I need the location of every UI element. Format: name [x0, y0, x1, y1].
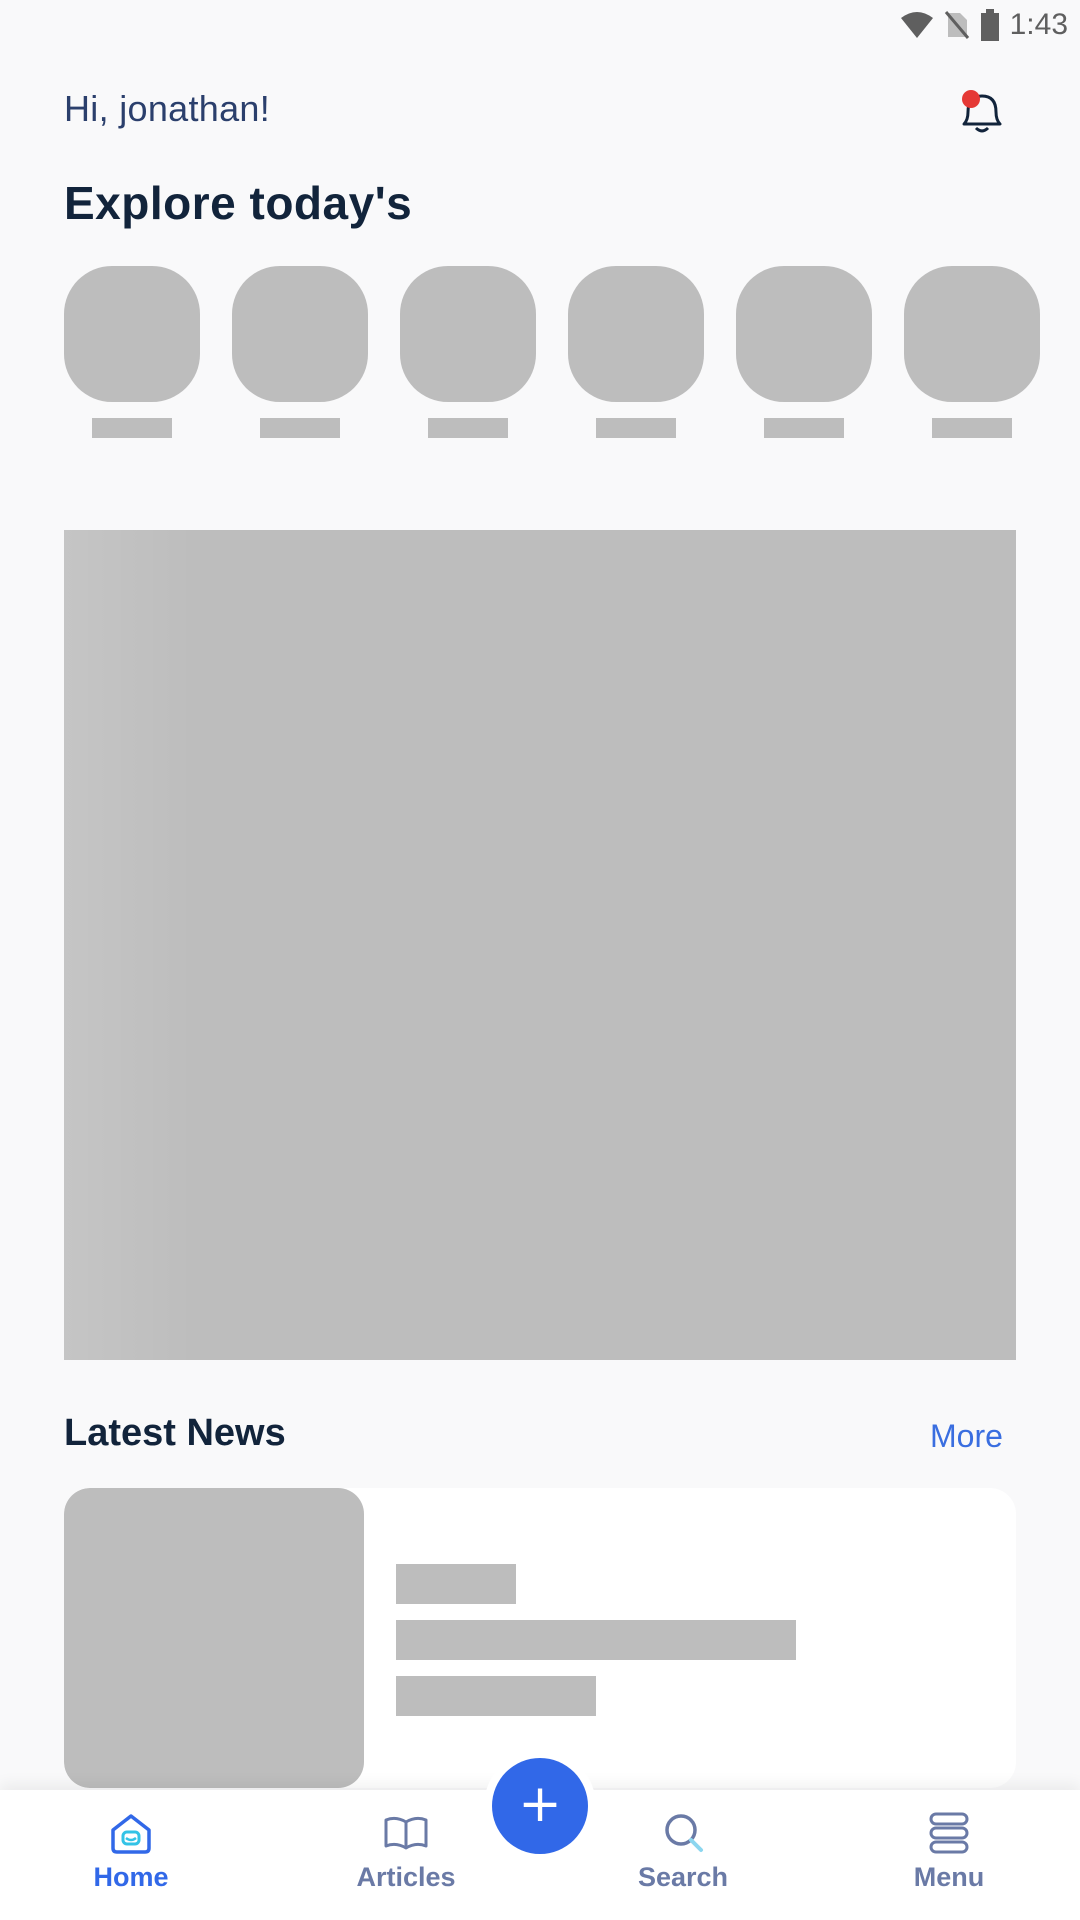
news-headline-placeholder	[396, 1620, 796, 1660]
news-card[interactable]	[64, 1488, 1016, 1788]
story-item[interactable]	[904, 266, 1040, 446]
story-item[interactable]	[400, 266, 536, 446]
nav-menu[interactable]: Menu	[849, 1790, 1049, 1920]
story-label-placeholder	[596, 418, 676, 438]
add-button[interactable]: +	[492, 1758, 588, 1854]
clock: 1:43	[1009, 8, 1068, 41]
story-item[interactable]	[568, 266, 704, 446]
featured-banner-placeholder[interactable]	[64, 530, 1016, 1360]
story-avatar-placeholder	[400, 266, 536, 402]
story-label-placeholder	[428, 418, 508, 438]
no-sim-icon	[944, 11, 969, 39]
story-avatar-placeholder	[232, 266, 368, 402]
story-item[interactable]	[64, 266, 200, 446]
plus-icon: +	[518, 1774, 562, 1834]
story-item[interactable]	[736, 266, 872, 446]
nav-articles[interactable]: Articles	[306, 1790, 506, 1920]
story-avatar-placeholder	[904, 266, 1040, 402]
greeting-text: Hi, jonathan!	[64, 88, 271, 129]
status-bar: 1:43	[0, 0, 1080, 50]
status-icons: 1:43	[900, 8, 1068, 42]
home-screen: 1:43 Hi, jonathan! Explore today's Lates…	[0, 0, 1080, 1920]
explore-title: Explore today's	[64, 177, 413, 229]
story-avatar-placeholder	[64, 266, 200, 402]
home-icon	[111, 1814, 151, 1854]
story-item[interactable]	[232, 266, 368, 446]
nav-menu-label: Menu	[913, 1862, 985, 1892]
stories-row[interactable]	[64, 266, 1080, 446]
story-avatar-placeholder	[736, 266, 872, 402]
story-label-placeholder	[92, 418, 172, 438]
latest-news-title: Latest News	[64, 1412, 286, 1454]
story-avatar-placeholder	[568, 266, 704, 402]
more-link[interactable]: More	[930, 1418, 1003, 1455]
notifications-button[interactable]	[950, 84, 1010, 144]
nav-articles-label: Articles	[356, 1862, 456, 1892]
story-label-placeholder	[764, 418, 844, 438]
nav-search-label: Search	[637, 1862, 729, 1892]
nav-search[interactable]: Search	[583, 1790, 783, 1920]
nav-home-label: Home	[93, 1862, 169, 1892]
story-label-placeholder	[932, 418, 1012, 438]
menu-icon	[929, 1812, 969, 1854]
news-meta-placeholder	[396, 1676, 596, 1716]
search-icon	[665, 1814, 703, 1852]
wifi-icon	[900, 12, 933, 38]
news-tag-placeholder	[396, 1564, 516, 1604]
nav-home[interactable]: Home	[31, 1790, 231, 1920]
story-label-placeholder	[260, 418, 340, 438]
book-icon	[384, 1816, 428, 1850]
bell-icon	[962, 90, 1002, 133]
news-thumbnail-placeholder	[64, 1488, 364, 1788]
battery-icon	[980, 9, 999, 41]
notification-dot	[962, 90, 980, 108]
